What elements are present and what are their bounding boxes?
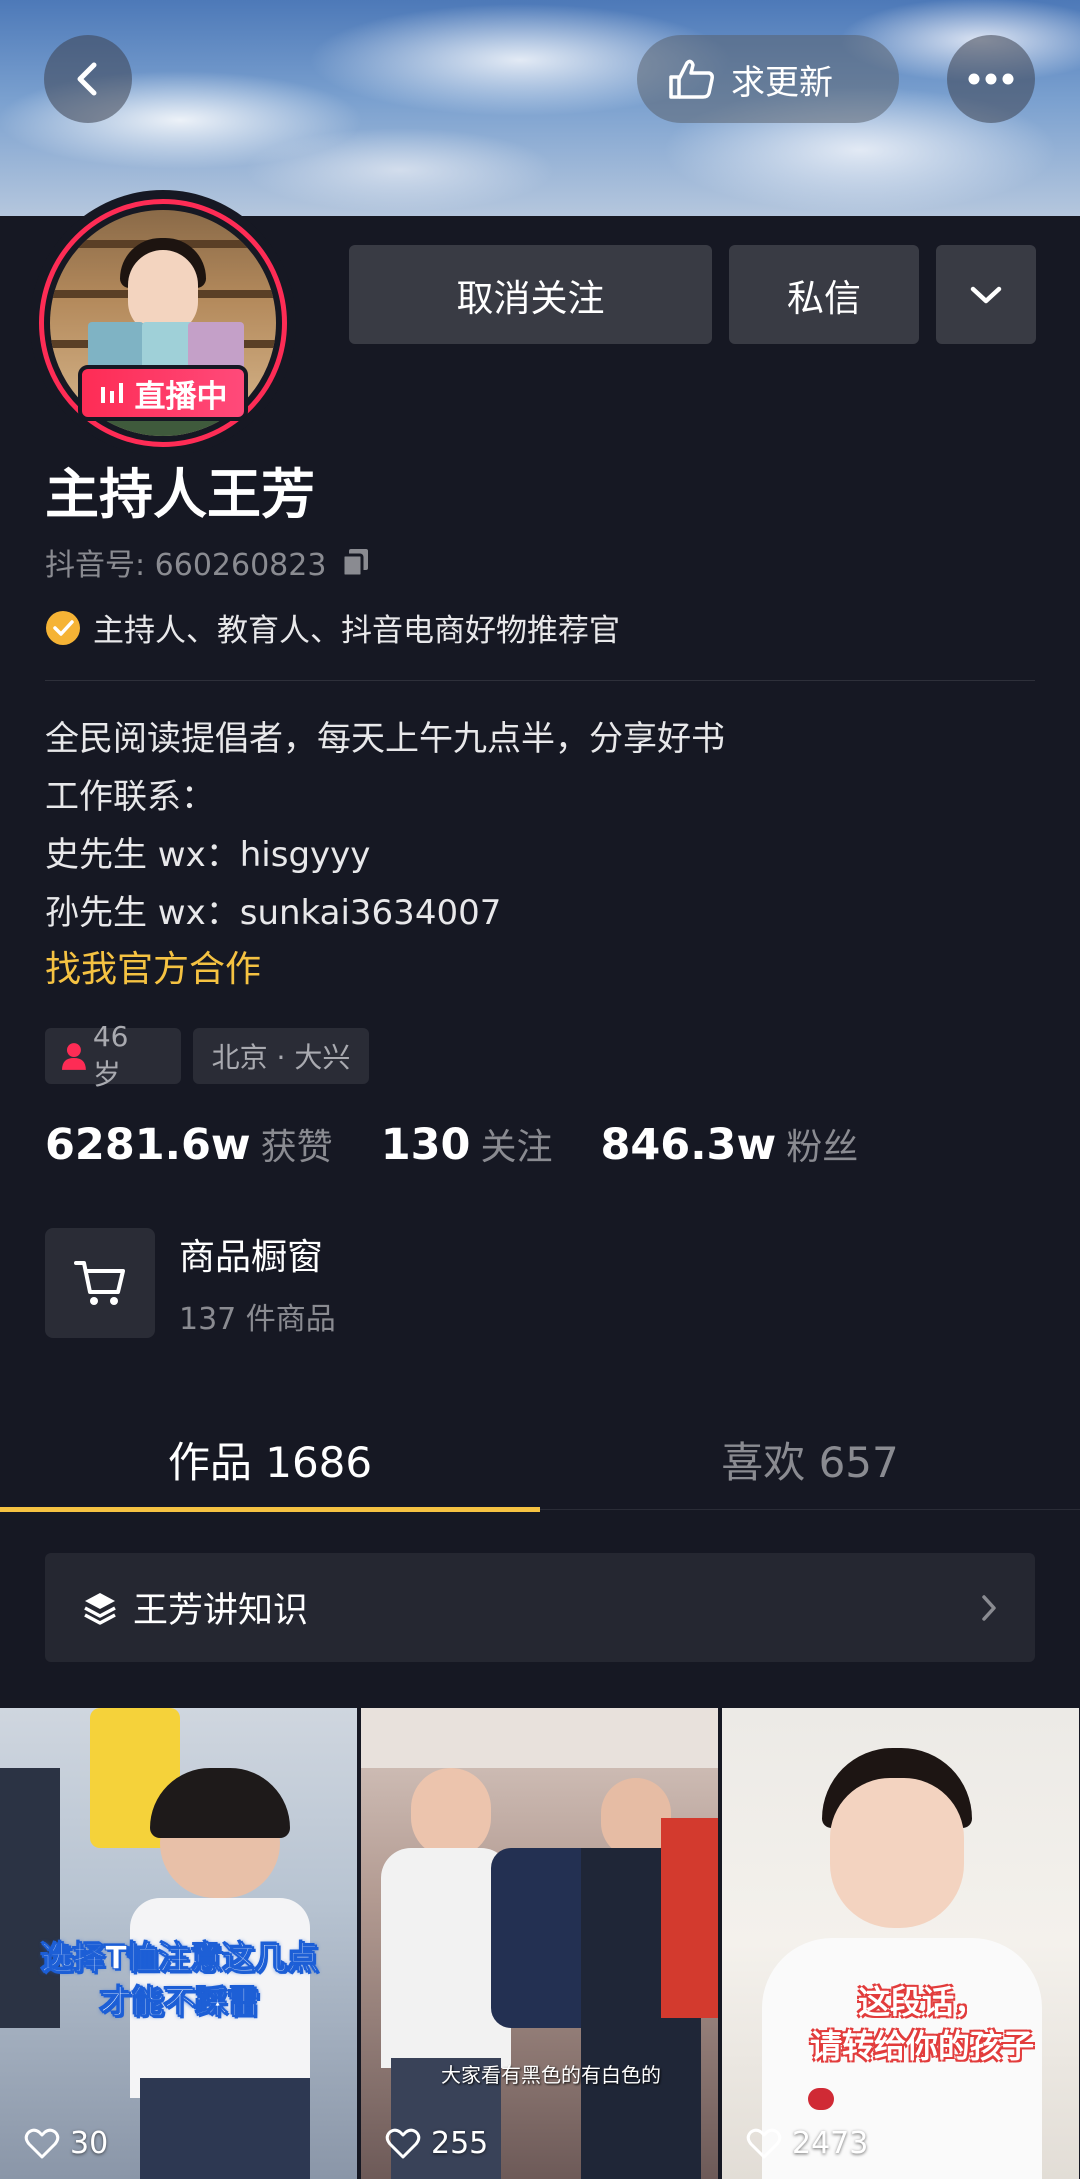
content-tabs: 作品 1686 喜欢 657 <box>0 1410 1080 1512</box>
request-update-button[interactable]: 求更新 <box>637 35 899 123</box>
more-dots-icon <box>968 73 1014 85</box>
chevron-right-icon <box>982 1594 996 1621</box>
bio-line: 孙先生 wx：sunkai3634007 <box>45 893 502 933</box>
stat-label: 获赞 <box>260 1127 333 1168</box>
likes-count: 2473 <box>792 2126 869 2161</box>
stat-number: 846.3w <box>600 1120 777 1170</box>
stats-row: 6281.6w 获赞 130 关注 846.3w 粉丝 <box>45 1118 906 1170</box>
chevron-left-icon <box>77 62 97 96</box>
bio-line: 工作联系： <box>45 777 215 817</box>
video-likes: 255 <box>385 2126 488 2161</box>
video-caption: 选择T恤注意这几点 <box>41 1939 320 1978</box>
video-grid: 选择T恤注意这几点 才能不踩雷 30 大家看有黑色的有白色的 255 这段话， … <box>0 1708 1080 2179</box>
shopping-cart-icon <box>74 1261 125 1305</box>
recommend-dropdown-button[interactable] <box>936 245 1036 344</box>
heart-outline-icon <box>746 2128 782 2158</box>
location-tag: 北京 · 大兴 <box>193 1028 369 1084</box>
chevron-down-icon <box>970 286 1002 303</box>
video-caption: 请转给你的孩子 <box>809 2027 1034 2065</box>
verification-text: 主持人、教育人、抖音电商好物推荐官 <box>93 613 620 649</box>
copy-icon[interactable] <box>340 546 372 578</box>
profile-cover <box>0 0 1080 220</box>
stat-followers[interactable]: 846.3w 粉丝 <box>600 1118 858 1170</box>
layers-icon <box>84 1592 116 1625</box>
official-collab-link[interactable]: 找我官方合作 <box>45 940 261 992</box>
live-badge[interactable]: 直播中 <box>78 365 248 421</box>
message-button[interactable]: 私信 <box>729 245 919 344</box>
active-tab-indicator <box>0 1507 540 1512</box>
video-caption: 大家看有黑色的有白色的 <box>441 2063 661 2087</box>
female-user-icon <box>61 1043 86 1070</box>
collection-entry[interactable]: 王芳讲知识 <box>45 1553 1035 1662</box>
verification-row: 主持人、教育人、抖音电商好物推荐官 <box>45 605 620 650</box>
live-bars-icon <box>100 383 123 403</box>
video-likes: 2473 <box>746 2126 868 2161</box>
unfollow-button[interactable]: 取消关注 <box>349 245 712 344</box>
divider <box>45 680 1035 681</box>
video-caption: 才能不踩雷 <box>99 1983 260 2022</box>
live-label: 直播中 <box>134 378 228 415</box>
video-thumbnail[interactable]: 选择T恤注意这几点 才能不踩雷 30 <box>0 1708 357 2179</box>
shop-title: 商品橱窗 <box>179 1237 324 1278</box>
stat-label: 关注 <box>480 1127 553 1168</box>
tab-likes-label: 喜欢 657 <box>721 1438 899 1487</box>
video-thumbnail[interactable]: 大家看有黑色的有白色的 255 <box>361 1708 718 2179</box>
video-thumbnail[interactable]: 这段话， 请转给你的孩子 2473 <box>722 1708 1079 2179</box>
pointing-hand-icon <box>669 59 714 99</box>
shop-product-count: 137 件商品 <box>179 1302 336 1337</box>
tab-likes[interactable]: 喜欢 657 <box>540 1410 1080 1509</box>
bio: 全民阅读提倡者，每天上午九点半，分享好书 工作联系： 史先生 wx：hisgyy… <box>45 710 725 942</box>
video-likes: 30 <box>24 2126 108 2161</box>
heart-outline-icon <box>385 2128 421 2158</box>
collection-title: 王芳讲知识 <box>133 1591 309 1631</box>
shop-window-entry[interactable]: 商品橱窗 137 件商品 <box>45 1228 336 1338</box>
tab-works-label: 作品 1686 <box>167 1438 373 1487</box>
stat-label: 粉丝 <box>786 1127 859 1168</box>
stat-number: 130 <box>380 1120 471 1170</box>
likes-count: 30 <box>70 2126 109 2161</box>
douyin-id: 抖音号: 660260823 <box>45 548 327 583</box>
douyin-id-row: 抖音号: 660260823 <box>45 540 372 584</box>
likes-count: 255 <box>431 2126 489 2161</box>
profile-name: 主持人王芳 <box>45 463 315 526</box>
heart-outline-icon <box>24 2128 60 2158</box>
request-update-label: 求更新 <box>731 62 833 103</box>
tab-works[interactable]: 作品 1686 <box>0 1410 540 1512</box>
age-text: 46 岁 <box>92 1019 129 1091</box>
bio-line: 全民阅读提倡者，每天上午九点半，分享好书 <box>45 719 725 759</box>
age-tag: 46 岁 <box>45 1020 181 1091</box>
more-button[interactable] <box>947 35 1035 123</box>
verified-badge-icon <box>46 610 80 645</box>
stat-following[interactable]: 130 关注 <box>381 1118 553 1170</box>
bio-line: 史先生 wx：hisgyyy <box>45 835 371 875</box>
stat-number: 6281.6w <box>45 1120 251 1170</box>
stat-likes[interactable]: 6281.6w 获赞 <box>45 1118 333 1170</box>
shop-icon-box <box>45 1228 155 1338</box>
back-button[interactable] <box>44 35 132 123</box>
video-caption: 这段话， <box>857 1983 986 2021</box>
